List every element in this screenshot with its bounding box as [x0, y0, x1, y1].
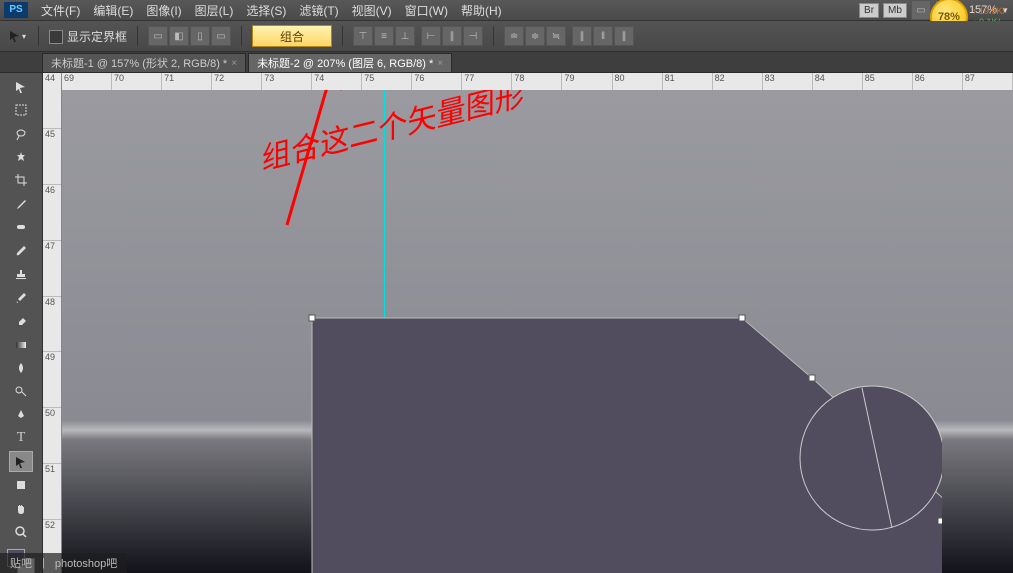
handwritten-annotation: 组合这二个矢量图形: [232, 90, 652, 270]
document-tab-2[interactable]: 未标题-2 @ 207% (图层 6, RGB/8) *×: [248, 53, 452, 72]
dist-6-icon[interactable]: ∥: [614, 26, 634, 46]
eyedropper-tool[interactable]: [9, 193, 33, 214]
path-select-tool[interactable]: [9, 451, 33, 472]
distribute-group-2: ∥ ‖ ∥: [572, 26, 634, 46]
distribute-group-1: ≐ ≑ ≒: [504, 26, 566, 46]
blur-tool[interactable]: [9, 357, 33, 378]
screen-mode-icon[interactable]: ▭: [911, 0, 931, 20]
align-layer-icon-1[interactable]: ▭: [148, 26, 168, 46]
menu-bar: PS 文件(F) 编辑(E) 图像(I) 图层(L) 选择(S) 滤镜(T) 视…: [0, 0, 1013, 21]
shape-tool[interactable]: [9, 474, 33, 495]
eraser-tool[interactable]: [9, 310, 33, 331]
stamp-tool[interactable]: [9, 264, 33, 285]
align-hmid-icon[interactable]: ∥: [442, 26, 462, 46]
align-layer-icon-2[interactable]: ◧: [169, 26, 189, 46]
align-vmid-icon[interactable]: ≡: [374, 26, 394, 46]
footer-sub: photoshop吧: [55, 555, 117, 571]
footer-site: 贴吧: [10, 555, 32, 571]
menu-help[interactable]: 帮助(H): [455, 2, 508, 19]
miniBridge-chip[interactable]: Mb: [883, 3, 907, 18]
type-tool[interactable]: T: [9, 428, 33, 449]
dist-1-icon[interactable]: ≐: [504, 26, 524, 46]
document-tabs: 未标题-1 @ 157% (形状 2, RGB/8) *× 未标题-2 @ 20…: [0, 52, 1013, 73]
vertical-ruler[interactable]: 444546474849505152: [43, 73, 62, 573]
hand-tool[interactable]: [9, 498, 33, 519]
dodge-tool[interactable]: [9, 381, 33, 402]
footer-watermark: 贴吧 | photoshop吧: [0, 553, 127, 573]
wand-tool[interactable]: [9, 146, 33, 167]
toolbox: T: [0, 73, 43, 573]
app-logo: PS: [4, 2, 28, 18]
zoom-tool[interactable]: [9, 521, 33, 542]
align-top-icon[interactable]: ⊤: [353, 26, 373, 46]
menu-filter[interactable]: 滤镜(T): [293, 2, 344, 19]
canvas-area: 69707172737475767778798081828384858687 组…: [62, 73, 1013, 573]
align-edges-group: ▭ ◧ ▯ ▭: [148, 26, 231, 46]
close-icon[interactable]: ×: [231, 58, 237, 69]
crop-tool[interactable]: [9, 170, 33, 191]
menu-view[interactable]: 视图(V): [346, 2, 398, 19]
menu-window[interactable]: 窗口(W): [399, 2, 454, 19]
dist-2-icon[interactable]: ≑: [525, 26, 545, 46]
brush-tool[interactable]: [9, 240, 33, 261]
menu-file[interactable]: 文件(F): [35, 2, 86, 19]
combine-button[interactable]: 组合: [252, 25, 332, 47]
menu-select[interactable]: 选择(S): [240, 2, 292, 19]
align-bottom-icon[interactable]: ⊥: [395, 26, 415, 46]
pen-tool[interactable]: [9, 404, 33, 425]
svg-text:组合这二个矢量图形: 组合这二个矢量图形: [256, 90, 530, 177]
menu-image[interactable]: 图像(I): [140, 2, 187, 19]
tool-preset-icon[interactable]: ▾: [6, 26, 28, 46]
align-group-2: ⊢ ∥ ⊣: [421, 26, 483, 46]
gradient-tool[interactable]: [9, 334, 33, 355]
heal-tool[interactable]: [9, 217, 33, 238]
vector-shape[interactable]: [302, 308, 942, 573]
bridge-chip[interactable]: Br: [859, 3, 879, 18]
menu-edit[interactable]: 编辑(E): [87, 2, 139, 19]
show-bounds-checkbox[interactable]: 显示定界框: [49, 28, 127, 45]
align-layer-icon-4[interactable]: ▭: [211, 26, 231, 46]
marquee-tool[interactable]: [9, 99, 33, 120]
workspace: T 444546474849505152 6970717273747576777…: [0, 73, 1013, 573]
canvas[interactable]: 组合这二个矢量图形: [62, 90, 1013, 573]
align-left-icon[interactable]: ⊢: [421, 26, 441, 46]
align-group-1: ⊤ ≡ ⊥: [353, 26, 415, 46]
document-tab-1[interactable]: 未标题-1 @ 157% (形状 2, RGB/8) *×: [42, 53, 246, 72]
options-bar: ▾ 显示定界框 ▭ ◧ ▯ ▭ 组合 ⊤ ≡ ⊥ ⊢ ∥ ⊣ ≐ ≑ ≒ ∥ ‖…: [0, 21, 1013, 52]
lasso-tool[interactable]: [9, 123, 33, 144]
history-brush-tool[interactable]: [9, 287, 33, 308]
align-layer-icon-3[interactable]: ▯: [190, 26, 210, 46]
horizontal-ruler[interactable]: 69707172737475767778798081828384858687: [62, 73, 1013, 91]
move-tool[interactable]: [9, 76, 33, 97]
align-right-icon[interactable]: ⊣: [463, 26, 483, 46]
dist-5-icon[interactable]: ‖: [593, 26, 613, 46]
dist-3-icon[interactable]: ≒: [546, 26, 566, 46]
menu-layer[interactable]: 图层(L): [189, 2, 240, 19]
close-icon[interactable]: ×: [437, 58, 443, 69]
dist-4-icon[interactable]: ∥: [572, 26, 592, 46]
